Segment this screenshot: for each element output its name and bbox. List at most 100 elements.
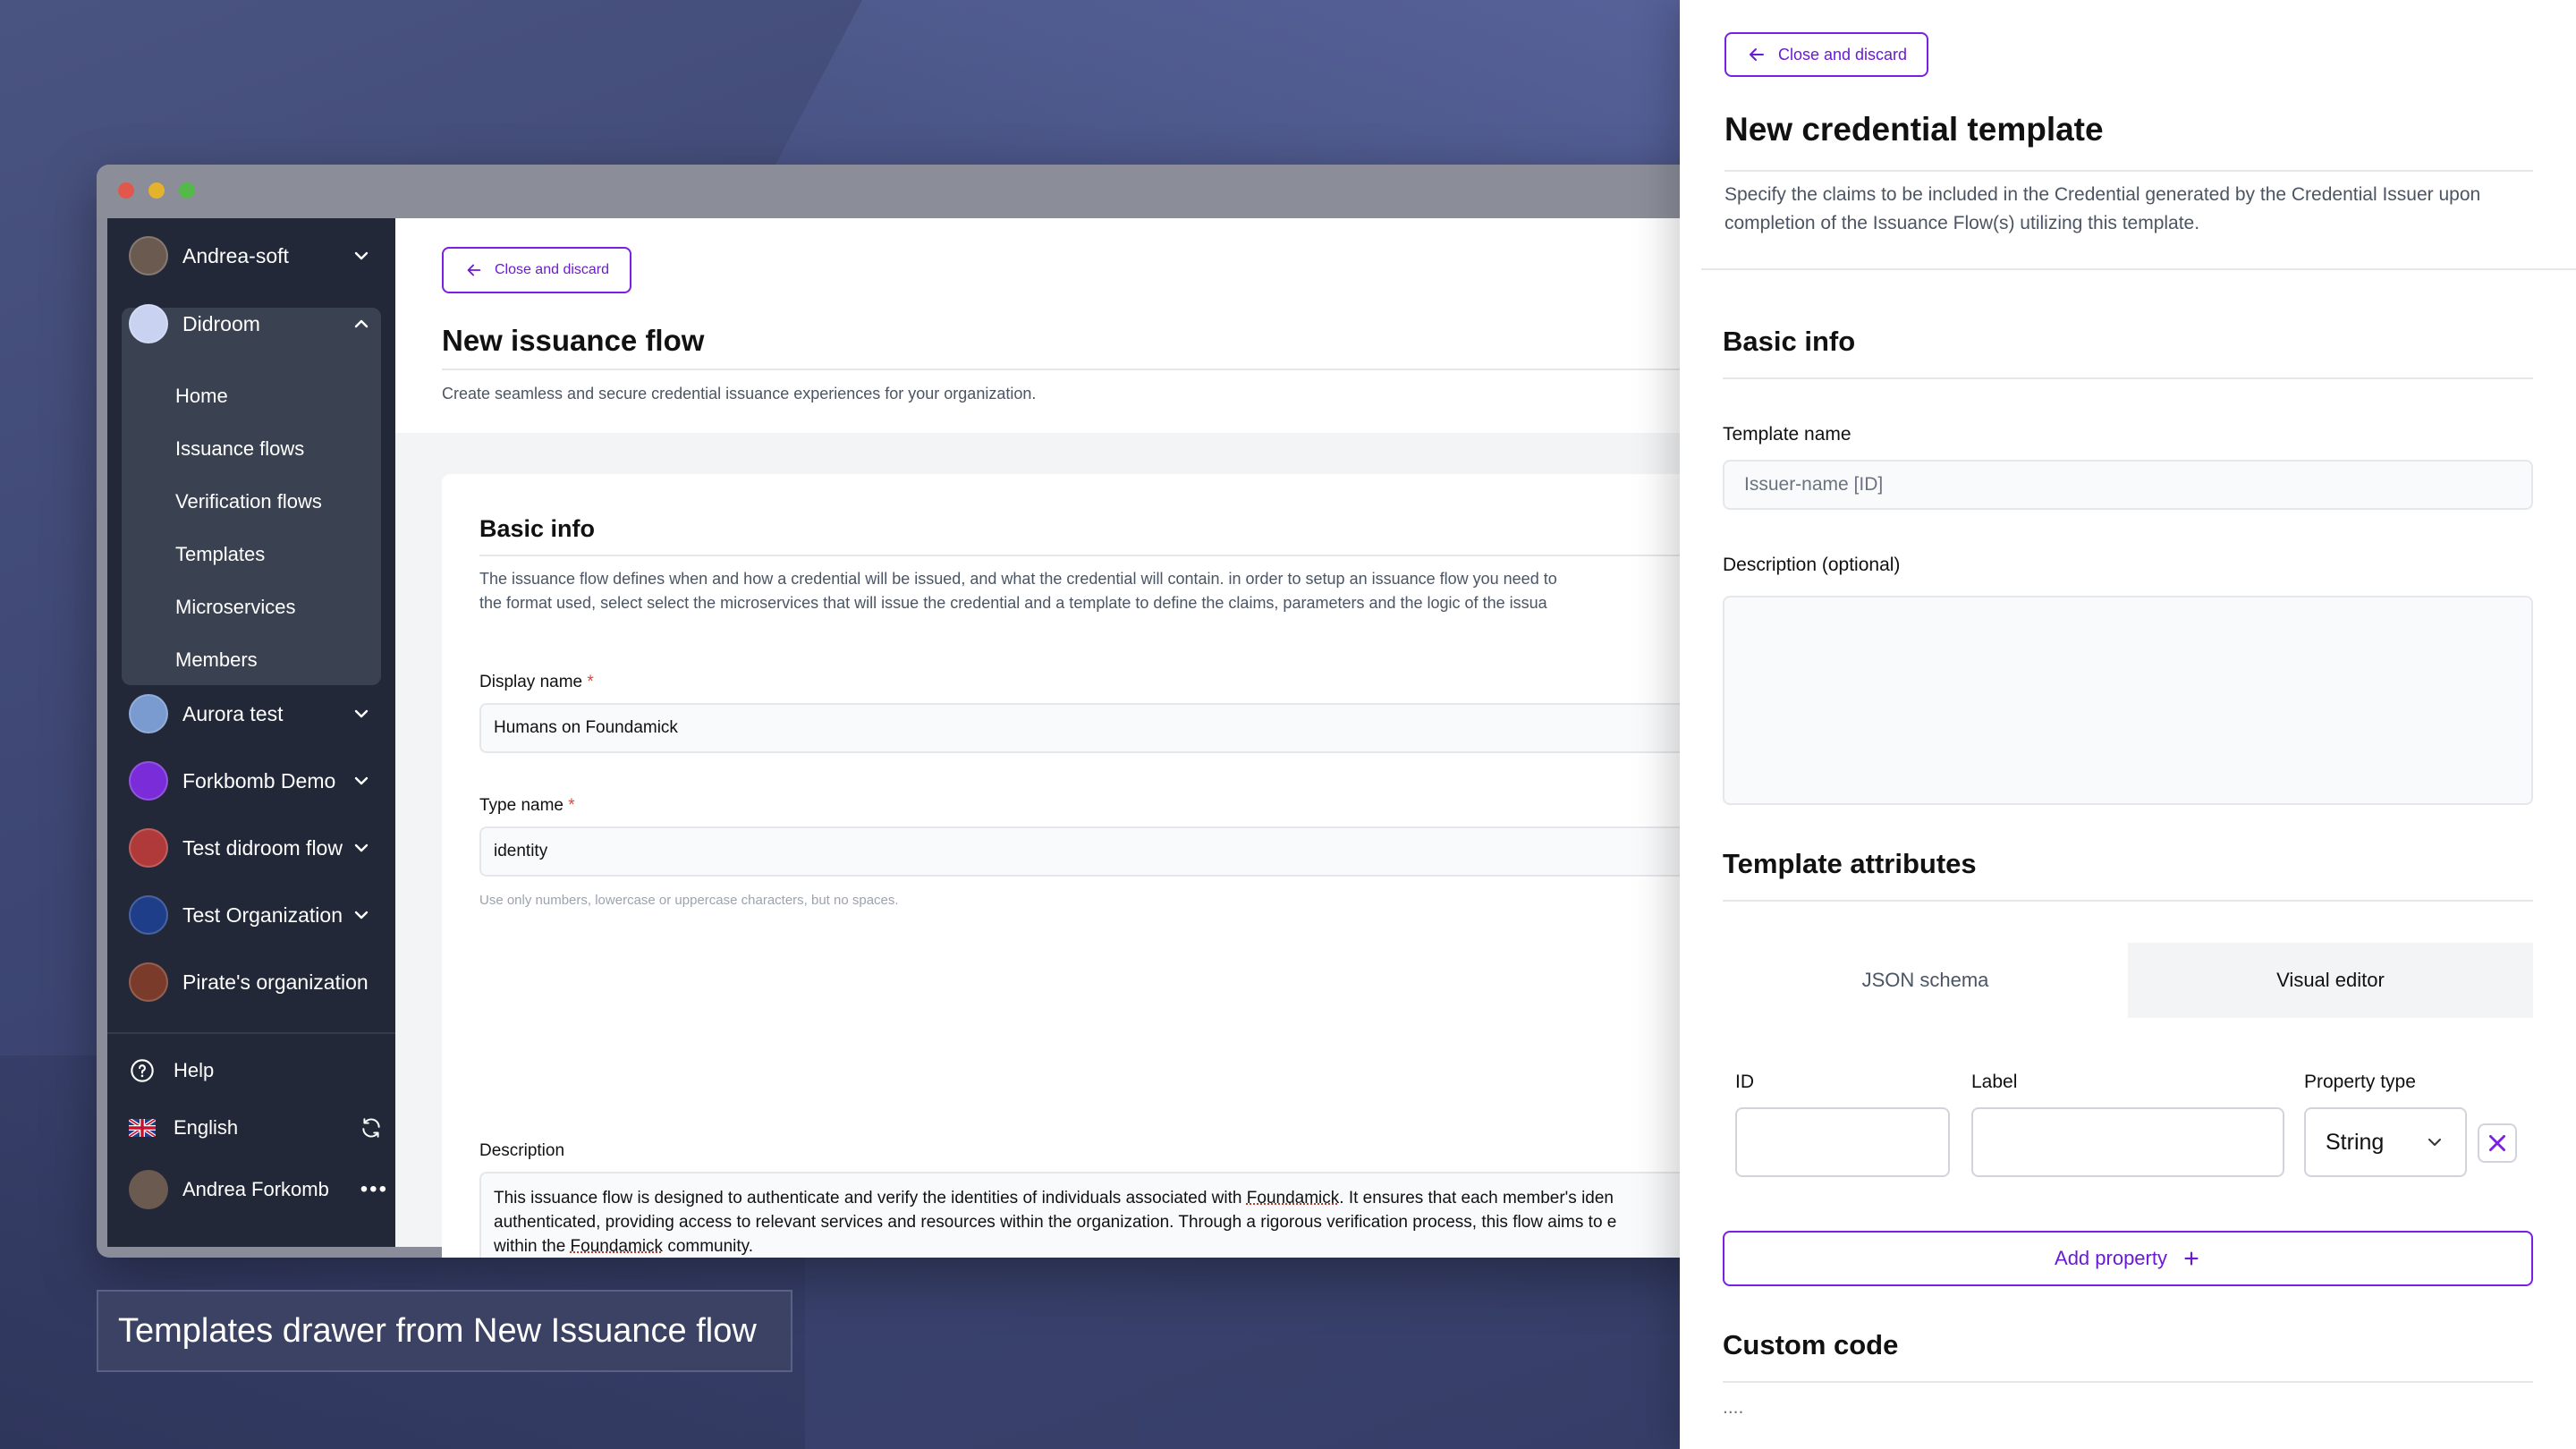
sidebar-org-test-didroom-flow[interactable]: Test didroom flow bbox=[120, 819, 383, 877]
attr-id-input[interactable] bbox=[1735, 1107, 1950, 1177]
description-textarea[interactable]: This issuance flow is designed to authen… bbox=[479, 1172, 1707, 1258]
add-property-button[interactable]: Add property bbox=[1723, 1231, 2533, 1286]
template-attributes-divider bbox=[1723, 900, 2533, 902]
close-icon bbox=[2489, 1135, 2505, 1151]
sidebar-user[interactable]: Andrea Forkomb ••• bbox=[129, 1170, 388, 1209]
add-property-label: Add property bbox=[2055, 1247, 2167, 1269]
property-type-value: String bbox=[2326, 1129, 2385, 1155]
chevron-down-icon bbox=[354, 843, 369, 852]
main-header: Close and discard New issuance flow Crea… bbox=[395, 218, 1707, 433]
org-label: Didroom bbox=[182, 311, 260, 335]
language-label: English bbox=[174, 1116, 239, 1139]
sidebar-org-test-organization[interactable]: Test Organization bbox=[120, 886, 383, 944]
type-name-input[interactable]: identity bbox=[479, 826, 1707, 877]
chevron-down-icon bbox=[354, 911, 369, 919]
chevron-down-icon bbox=[354, 251, 369, 260]
org-label: Test Organization bbox=[182, 902, 343, 927]
browser-window: Andrea-soft Didroom Home Issuance flows … bbox=[97, 165, 1707, 1258]
chevron-down-icon bbox=[2428, 1139, 2441, 1146]
drawer-section-divider bbox=[1701, 268, 2576, 270]
avatar bbox=[129, 694, 168, 733]
page-subtitle: Create seamless and secure credential is… bbox=[442, 385, 1037, 402]
template-attributes-heading: Template attributes bbox=[1723, 848, 1977, 879]
arrow-left-icon bbox=[467, 264, 481, 276]
avatar bbox=[129, 304, 168, 343]
avatar bbox=[129, 962, 168, 1002]
sidebar-org-pirates-organization[interactable]: Pirate's organization bbox=[120, 953, 383, 1011]
description-textarea[interactable] bbox=[1723, 596, 2533, 805]
remove-property-button[interactable] bbox=[2478, 1123, 2517, 1163]
title-divider bbox=[442, 369, 1707, 370]
sidebar-item-templates[interactable]: Templates bbox=[175, 543, 265, 566]
sidebar-org-didroom[interactable]: Didroom bbox=[120, 295, 383, 352]
drawer-title-divider bbox=[1724, 170, 2533, 172]
window-close-dot[interactable] bbox=[118, 182, 134, 199]
sidebar-item-members[interactable]: Members bbox=[175, 648, 258, 672]
drawer-description: Specify the claims to be included in the… bbox=[1724, 184, 2481, 233]
page-title: New issuance flow bbox=[442, 324, 705, 357]
card-description-line: the format used, select select the micro… bbox=[479, 594, 1547, 612]
uk-flag-icon bbox=[129, 1114, 156, 1141]
avatar bbox=[129, 236, 168, 275]
chevron-down-icon bbox=[354, 709, 369, 718]
sidebar-help[interactable]: Help bbox=[129, 1057, 214, 1084]
template-name-input[interactable]: Issuer-name [ID] bbox=[1723, 460, 2533, 510]
avatar bbox=[129, 828, 168, 868]
tab-json-schema[interactable]: JSON schema bbox=[1723, 943, 2128, 1018]
attr-label-input[interactable] bbox=[1971, 1107, 2284, 1177]
sidebar-org-andrea-soft[interactable]: Andrea-soft bbox=[120, 227, 383, 284]
org-label: Andrea-soft bbox=[182, 243, 289, 267]
property-type-select[interactable]: String bbox=[2304, 1107, 2467, 1177]
avatar bbox=[129, 895, 168, 935]
more-icon[interactable]: ••• bbox=[360, 1177, 388, 1202]
help-label: Help bbox=[174, 1059, 215, 1081]
close-label: Close and discard bbox=[494, 262, 610, 277]
user-label: Andrea Forkomb bbox=[182, 1178, 329, 1200]
card-divider bbox=[479, 555, 1707, 556]
close-and-discard-button[interactable]: Close and discard bbox=[442, 247, 631, 293]
custom-code-placeholder: .... bbox=[1723, 1397, 1744, 1418]
sidebar-item-verification-flows[interactable]: Verification flows bbox=[175, 490, 322, 513]
sidebar-item-microservices[interactable]: Microservices bbox=[175, 596, 295, 619]
custom-code-heading: Custom code bbox=[1723, 1329, 1899, 1360]
editor-tabs: JSON schema Visual editor bbox=[1723, 943, 2533, 1018]
drawer-close-and-discard-button[interactable]: Close and discard bbox=[1724, 32, 1928, 77]
window-minimize-dot[interactable] bbox=[148, 182, 165, 199]
card-description: The issuance flow defines when and how a… bbox=[479, 567, 1707, 615]
type-name-label: Type name * bbox=[479, 796, 575, 815]
basic-info-divider bbox=[1723, 377, 2533, 379]
sidebar-org-forkbomb-demo[interactable]: Forkbomb Demo bbox=[120, 752, 383, 809]
org-label: Test didroom flow bbox=[182, 835, 343, 860]
attr-id-label: ID bbox=[1735, 1072, 1754, 1092]
drawer-title: New credential template bbox=[1724, 111, 2104, 148]
card-description-line: The issuance flow defines when and how a… bbox=[479, 570, 1557, 588]
avatar bbox=[129, 1170, 168, 1209]
type-name-hint: Use only numbers, lowercase or uppercase… bbox=[479, 893, 899, 908]
sidebar-divider bbox=[107, 1032, 395, 1034]
window-maximize-dot[interactable] bbox=[179, 182, 195, 199]
sidebar: Andrea-soft Didroom Home Issuance flows … bbox=[107, 218, 395, 1247]
caption-box: Templates drawer from New Issuance flow bbox=[97, 1290, 792, 1372]
chevron-up-icon bbox=[354, 319, 369, 328]
window-titlebar bbox=[97, 165, 1707, 218]
custom-code-divider bbox=[1723, 1381, 2533, 1383]
template-name-label: Template name bbox=[1723, 424, 1852, 445]
org-label: Forkbomb Demo bbox=[182, 768, 336, 792]
sidebar-language[interactable]: English bbox=[129, 1114, 383, 1141]
help-icon bbox=[129, 1057, 156, 1084]
display-name-label: Display name * bbox=[479, 673, 594, 691]
main-content: Close and discard New issuance flow Crea… bbox=[395, 218, 1707, 1258]
close-label: Close and discard bbox=[1777, 45, 1908, 64]
sidebar-item-issuance-flows[interactable]: Issuance flows bbox=[175, 437, 304, 461]
chevron-down-icon bbox=[354, 776, 369, 785]
new-credential-template-drawer: Close and discard New credential templat… bbox=[1680, 0, 2576, 1449]
tab-visual-editor[interactable]: Visual editor bbox=[2128, 943, 2533, 1018]
refresh-icon[interactable] bbox=[360, 1116, 383, 1140]
sidebar-item-home[interactable]: Home bbox=[175, 385, 228, 408]
arrow-left-icon bbox=[1749, 48, 1764, 61]
sidebar-org-aurora-test[interactable]: Aurora test bbox=[120, 685, 383, 742]
display-name-input[interactable]: Humans on Foundamick bbox=[479, 703, 1707, 753]
card-title: Basic info bbox=[479, 515, 596, 542]
avatar bbox=[129, 761, 168, 801]
plus-icon bbox=[2184, 1251, 2199, 1266]
